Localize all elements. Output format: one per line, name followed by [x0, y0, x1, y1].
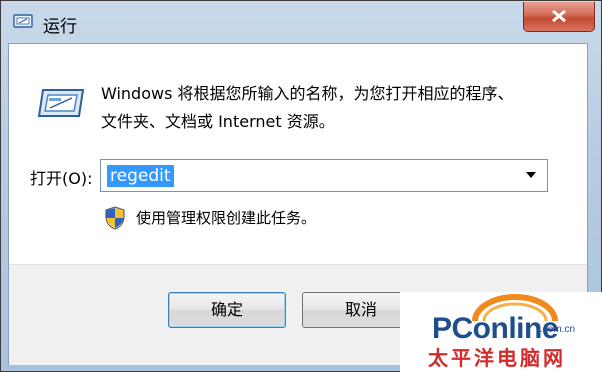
pconline-watermark: PConline .com.cn 太平洋电脑网: [400, 292, 602, 372]
window-title: 运行: [43, 17, 77, 37]
run-icon: [13, 14, 33, 28]
title-bar[interactable]: 运行: [1, 1, 601, 43]
uac-shield-icon: [105, 206, 125, 230]
chevron-down-icon[interactable]: [526, 172, 536, 178]
ok-button[interactable]: 确定: [168, 292, 286, 328]
open-label: 打开(O):: [30, 169, 93, 188]
admin-note: 使用管理权限创建此任务。: [136, 209, 317, 227]
watermark-domain: .com.cn: [540, 324, 576, 335]
run-icon: [37, 89, 85, 117]
description-line-2: 文件夹、文档或 Internet 资源。: [101, 112, 335, 131]
description: Windows 将根据您所输入的名称，为您打开相应的程序、 文件夹、文档或 In…: [101, 80, 514, 136]
description-line-1: Windows 将根据您所输入的名称，为您打开相应的程序、: [101, 84, 514, 103]
watermark-chinese: 太平洋电脑网: [428, 346, 566, 370]
close-button[interactable]: [523, 2, 595, 32]
open-combobox[interactable]: regedit: [100, 159, 548, 192]
open-input[interactable]: regedit: [107, 165, 174, 187]
close-icon: [552, 9, 566, 23]
